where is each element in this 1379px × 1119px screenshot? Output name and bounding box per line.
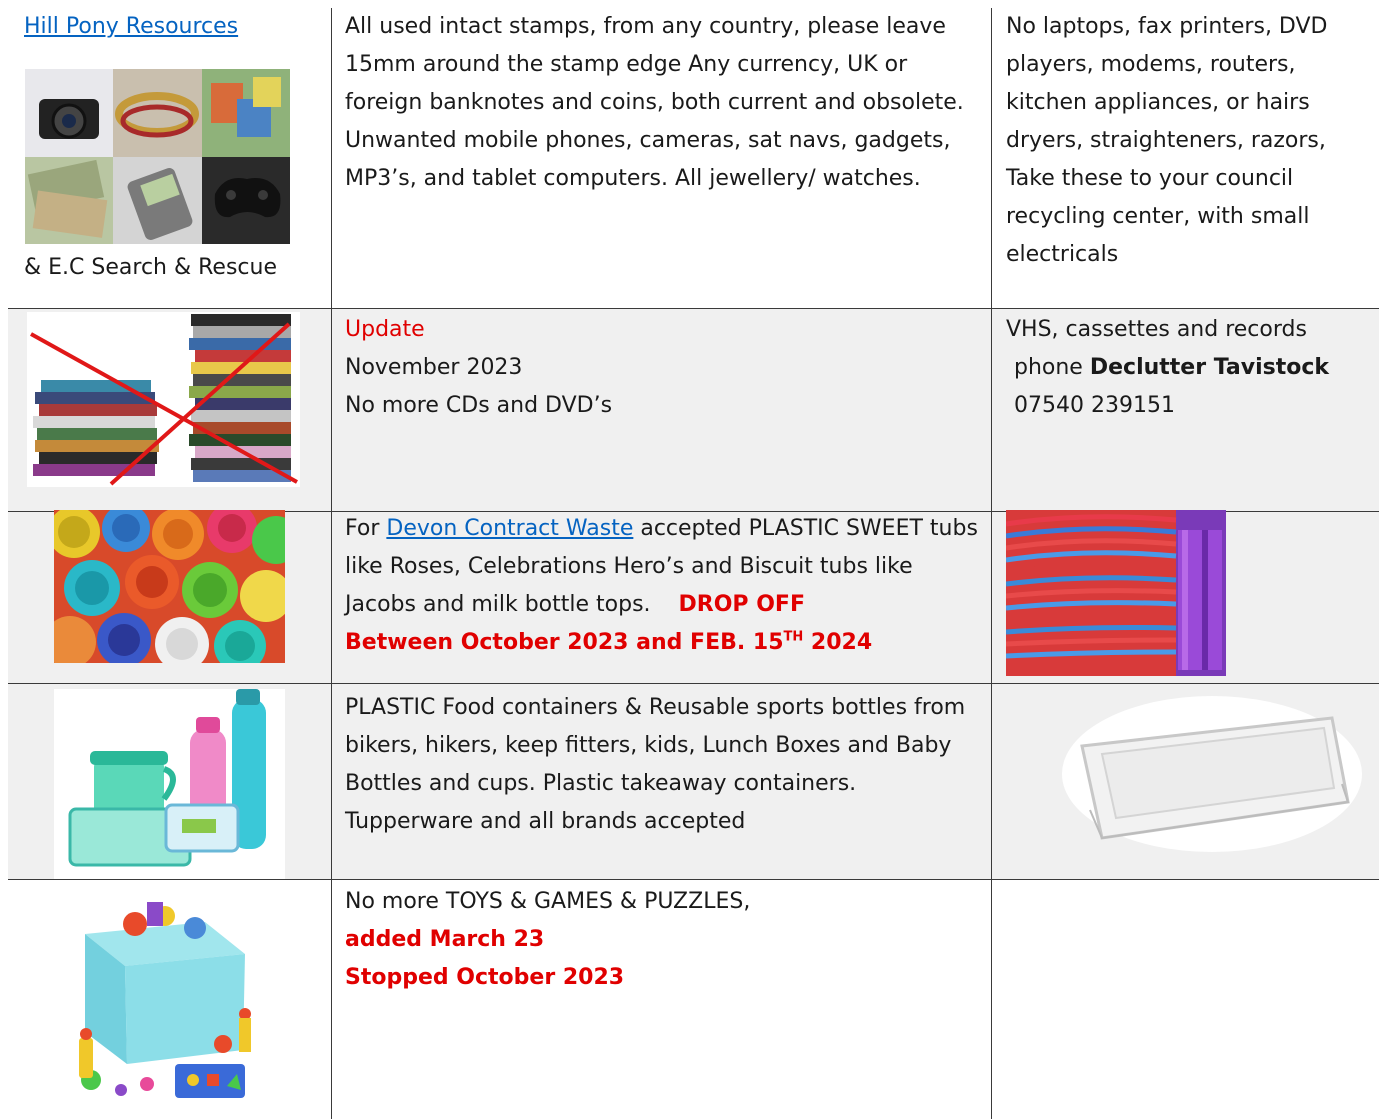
added-date: added March 23 [345, 927, 545, 952]
food-containers-icon [54, 689, 285, 879]
drop-off-year: 2024 [803, 630, 873, 655]
phone-line: phone Declutter Tavistock [1006, 349, 1366, 387]
row1-col3: No laptops, fax printers, DVD players, m… [1006, 14, 1328, 267]
crossed-out-dvds-icon [27, 312, 300, 487]
row-divider-1 [8, 308, 1379, 309]
row1-col2: All used intact stamps, from any country… [345, 14, 964, 191]
colourful-tubs-icon [1006, 510, 1226, 676]
row1-col1-caption: & E.C Search & Rescue [24, 255, 277, 280]
declutter-org: Declutter Tavistock [1089, 355, 1330, 380]
update-label: Update [345, 317, 425, 342]
toy-box-icon [55, 894, 265, 1104]
row1-col1: Hill Pony Resources [24, 8, 324, 46]
row4-col2: PLASTIC Food containers & Reusable sport… [345, 695, 966, 834]
collectables-collage-icon [25, 69, 290, 244]
hill-pony-resources-link[interactable]: Hill Pony Resources [24, 14, 238, 39]
column-divider-2 [991, 8, 992, 1119]
update-date: November 2023 [345, 355, 523, 380]
row-divider-3 [8, 683, 1379, 684]
row-divider-4 [8, 879, 1379, 880]
row3-prefix: For [345, 516, 387, 541]
column-divider-1 [331, 8, 332, 1119]
devon-contract-waste-link[interactable]: Devon Contract Waste [386, 516, 633, 541]
row2-col2: Update November 2023 No more CDs and DVD… [345, 311, 970, 425]
no-more-toys: No more TOYS & GAMES & PUZZLES, [345, 889, 751, 914]
drop-off-label: DROP OFF [678, 592, 805, 617]
phone-number: 07540 239151 [1014, 393, 1175, 418]
vhs-line: VHS, cassettes and records [1006, 317, 1307, 342]
drop-off-dates: Between October 2023 and FEB. 15TH 2024 [345, 630, 872, 655]
row3-col2: For Devon Contract Waste accepted PLASTI… [345, 510, 985, 662]
update-notice: No more CDs and DVD’s [345, 393, 613, 418]
date-suffix: TH [783, 629, 804, 645]
plastic-takeaway-container-icon [1062, 690, 1372, 855]
phone-prefix: phone [1014, 355, 1090, 380]
stopped-date: Stopped October 2023 [345, 965, 625, 990]
row5-col2: No more TOYS & GAMES & PUZZLES, added Ma… [345, 883, 970, 997]
row2-col3: VHS, cassettes and records phone Declutt… [1006, 311, 1366, 425]
document-table: Hill Pony Resources & E.C Search & Rescu… [0, 0, 1379, 1119]
drop-off-between: Between October 2023 and FEB. 15 [345, 630, 784, 655]
bottle-tops-icon [54, 510, 285, 663]
